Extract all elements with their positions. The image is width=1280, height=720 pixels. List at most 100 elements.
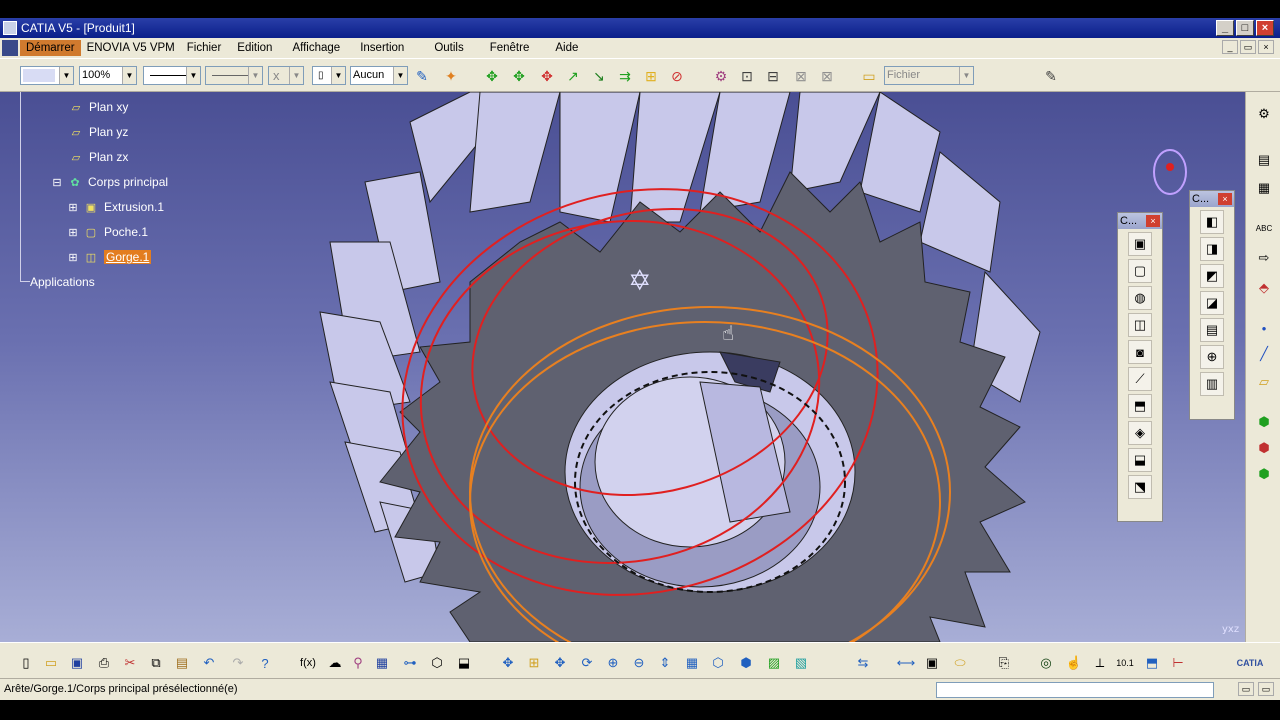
select-icon[interactable]: ⊞ <box>524 653 544 673</box>
menu-affichage[interactable]: Affichage <box>286 40 346 56</box>
filter-combo[interactable]: Fichier ▼ <box>884 66 974 85</box>
floating-toolbar-dress-up[interactable]: C... × ◧ ◨ ◩ ◪ ▤ ⊕ ▥ <box>1189 190 1235 420</box>
menu-fenetre[interactable]: Fenêtre <box>484 40 536 56</box>
inertia-icon[interactable]: ⬭ <box>950 653 970 673</box>
layer-combo[interactable]: Aucun ▼ <box>350 66 408 85</box>
measure-icon[interactable]: ⬘ <box>1254 278 1274 298</box>
line-weight-combo[interactable]: ▼ <box>205 66 263 85</box>
doc-restore-button[interactable]: ▭ <box>1240 40 1256 54</box>
no-constraint-icon[interactable]: ⊘ <box>668 67 686 85</box>
angle-icon[interactable]: ↘ <box>590 67 608 85</box>
plane-icon[interactable]: ▱ <box>1254 372 1274 392</box>
new-icon[interactable]: ▯ <box>16 653 36 673</box>
point-combo[interactable]: x ▼ <box>268 66 304 85</box>
stiffener-icon[interactable]: ⬓ <box>1128 448 1152 472</box>
maximize-button[interactable]: □ <box>1236 20 1254 36</box>
copy-icon[interactable]: ⧉ <box>146 653 166 673</box>
painter-icon[interactable]: ✎ <box>413 67 431 85</box>
zoom-in-icon[interactable]: ⊕ <box>603 653 623 673</box>
menu-insertion[interactable]: Insertion <box>354 40 410 56</box>
move-icon[interactable]: ✥ <box>483 67 501 85</box>
pad-icon[interactable]: ▣ <box>1128 232 1152 256</box>
solid-combine-icon[interactable]: ◈ <box>1128 421 1152 445</box>
menu-aide[interactable]: Aide <box>549 40 584 56</box>
close-button[interactable]: × <box>1256 20 1274 36</box>
tree-node-corps-principal[interactable]: ⊟ ✿ Corps principal <box>52 173 168 191</box>
floating-toolbar-sketch-based[interactable]: C... × ▣ ▢ ◍ ◫ ◙ ⟋ ⬒ ◈ ⬓ ⬔ <box>1117 212 1163 522</box>
layer-filter-icon[interactable]: ⬒ <box>1142 653 1162 673</box>
doc-close-button[interactable]: × <box>1258 40 1274 54</box>
sketch-icon[interactable]: ✎ <box>1042 67 1060 85</box>
menu-outils[interactable]: Outils <box>428 40 469 56</box>
measure-between-icon[interactable]: ⟷ <box>896 653 916 673</box>
views-icon[interactable]: ▦ <box>682 653 702 673</box>
normal-view-icon[interactable]: ⇕ <box>655 653 675 673</box>
brush-icon[interactable]: ✦ <box>442 67 460 85</box>
3d-viewport[interactable]: ✡ ☝ yxz ▱ Plan xy ▱ Plan yz ▱ Plan zx ⊟ … <box>0 92 1245 642</box>
comment-icon[interactable]: ☁ <box>325 653 345 673</box>
tree-node-plan-zx[interactable]: ▱ Plan zx <box>68 148 129 166</box>
iso-view-icon[interactable]: ⬡ <box>708 653 728 673</box>
remove-icon[interactable]: ⬢ <box>1254 464 1274 484</box>
analysis-icon[interactable]: ◎ <box>1036 653 1056 673</box>
line-icon[interactable]: ╱ <box>1254 344 1274 364</box>
tree-node-extrusion[interactable]: ⊞ ▣ Extrusion.1 <box>68 198 164 216</box>
pan-icon[interactable]: ✥ <box>550 653 570 673</box>
menu-fichier[interactable]: Fichier <box>181 40 228 56</box>
update-icon[interactable]: ⇆ <box>853 653 873 673</box>
align-icon[interactable]: ⊞ <box>642 67 660 85</box>
minimize-button[interactable]: _ <box>1216 20 1234 36</box>
gear-icon[interactable]: ⚙ <box>1254 104 1274 124</box>
tree-node-poche[interactable]: ⊞ ▢ Poche.1 <box>68 223 148 241</box>
floating-toolbar-header[interactable]: C... × <box>1190 191 1234 207</box>
measure-item-icon[interactable]: ▣ <box>922 653 942 673</box>
library-icon[interactable]: ⊠ <box>818 67 836 85</box>
snap-icon[interactable]: ✥ <box>510 67 528 85</box>
catalog-icon[interactable]: ⊠ <box>792 67 810 85</box>
add-icon[interactable]: ⬢ <box>1254 438 1274 458</box>
tree-node-plan-xy[interactable]: ▱ Plan xy <box>68 98 129 116</box>
hand-tool-icon[interactable]: ☝ <box>1064 653 1084 673</box>
boolean-icon[interactable]: ⬢ <box>1254 412 1274 432</box>
slot-icon[interactable]: ⬒ <box>1128 394 1152 418</box>
command-input[interactable] <box>936 682 1214 698</box>
annotation-icon[interactable]: ⇨ <box>1254 248 1274 268</box>
shaft-icon[interactable]: ◍ <box>1128 286 1152 310</box>
menu-edition[interactable]: Edition <box>231 40 278 56</box>
snap-to-icon[interactable]: ⊡ <box>738 67 756 85</box>
menu-enovia[interactable]: ENOVIA V5 VPM <box>81 40 181 56</box>
exit-workbench-icon[interactable]: ▦ <box>1254 178 1274 198</box>
publish-icon[interactable]: ⬓ <box>454 653 474 673</box>
draft-icon[interactable]: ◩ <box>1200 264 1224 288</box>
print-icon[interactable]: ⎙ <box>94 653 114 673</box>
fillet-icon[interactable]: ◧ <box>1200 210 1224 234</box>
document-icon[interactable] <box>2 40 18 56</box>
thread-icon[interactable]: ⊕ <box>1200 345 1224 369</box>
paste-icon[interactable]: ▤ <box>172 653 192 673</box>
remove-face-icon[interactable]: ▥ <box>1200 372 1224 396</box>
fit-all-icon[interactable]: ✥ <box>498 653 518 673</box>
close-icon[interactable]: × <box>1218 193 1232 205</box>
help-icon[interactable]: ? <box>255 653 275 673</box>
rib-icon[interactable]: ⟋ <box>1128 367 1152 391</box>
chamfer-icon[interactable]: ◨ <box>1200 237 1224 261</box>
tree-icon[interactable]: ⊶ <box>400 653 420 673</box>
undo-icon[interactable]: ↶ <box>199 653 219 673</box>
distance-icon[interactable]: ⇉ <box>616 67 634 85</box>
folder-icon[interactable]: ▭ <box>860 67 878 85</box>
menu-demarrer[interactable]: Démarrer <box>20 40 81 56</box>
formula-icon[interactable]: f(x) <box>298 653 318 673</box>
line-type-combo[interactable]: ▼ <box>143 66 201 85</box>
layer-icon-combo[interactable]: ▯ ▼ <box>312 66 346 85</box>
close-icon[interactable]: × <box>1146 215 1160 227</box>
status-button-1[interactable]: ▭ <box>1238 682 1254 696</box>
shell-icon[interactable]: ◪ <box>1200 291 1224 315</box>
redo-icon[interactable]: ↷ <box>228 653 248 673</box>
tree-node-plan-yz[interactable]: ▱ Plan yz <box>68 123 129 141</box>
grid-icon[interactable]: 10.1 <box>1115 653 1135 673</box>
cut-icon[interactable]: ✂ <box>120 653 140 673</box>
reorder-icon[interactable]: ⊟ <box>764 67 782 85</box>
sketch-analysis-icon[interactable]: ⊢ <box>1168 653 1188 673</box>
expand-toggle-icon[interactable]: ⊞ <box>68 200 78 214</box>
doc-minimize-button[interactable]: _ <box>1222 40 1238 54</box>
